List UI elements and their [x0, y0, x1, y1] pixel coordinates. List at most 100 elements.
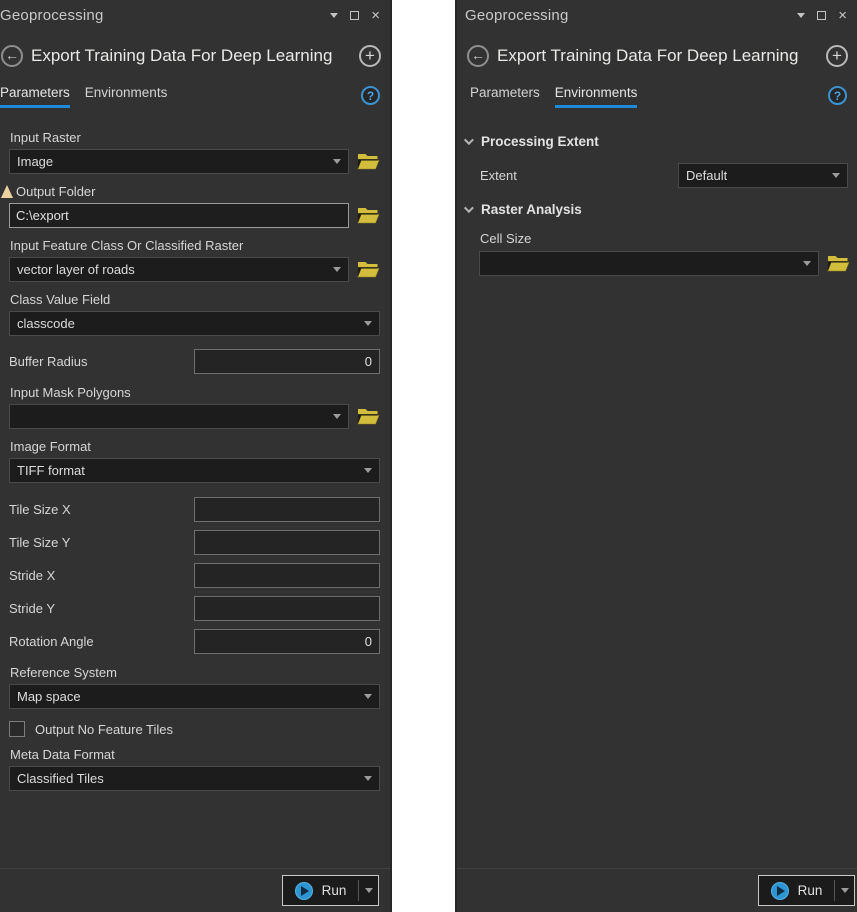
- pane-title: Geoprocessing: [0, 7, 104, 24]
- dropdown-value: TIFF format: [17, 463, 85, 478]
- float-pane-icon[interactable]: [350, 11, 359, 20]
- geoprocessing-pane-parameters: Geoprocessing × ← Export Training Data F…: [0, 0, 392, 912]
- tab-parameters[interactable]: Parameters: [470, 85, 540, 108]
- folder-icon: [357, 408, 380, 425]
- field-label: Tile Size Y: [9, 535, 194, 550]
- help-icon[interactable]: ?: [828, 86, 847, 105]
- checkbox-label: Output No Feature Tiles: [35, 722, 173, 737]
- browse-cell-size-button[interactable]: [826, 254, 850, 274]
- dropdown-value: Image: [17, 154, 53, 169]
- folder-icon: [357, 261, 380, 278]
- field-label: Rotation Angle: [9, 634, 194, 649]
- field-label: Stride X: [9, 568, 194, 583]
- field-input-feature-class: Input Feature Class Or Classified Raster…: [9, 238, 380, 282]
- browse-input-raster-button[interactable]: [356, 152, 380, 172]
- input-mask-polygons-dropdown[interactable]: [9, 404, 349, 429]
- environments-form: Processing Extent Extent Default Raster …: [457, 134, 857, 868]
- run-play-icon: [295, 882, 313, 900]
- input-raster-dropdown[interactable]: Image: [9, 149, 349, 174]
- tool-title: Export Training Data For Deep Learning: [497, 46, 798, 66]
- class-value-field-dropdown[interactable]: classcode: [9, 311, 380, 336]
- tool-title: Export Training Data For Deep Learning: [31, 46, 332, 66]
- back-arrow-icon: ←: [471, 48, 485, 62]
- pane-titlebar: Geoprocessing ×: [0, 0, 390, 26]
- chevron-down-icon: [364, 776, 372, 781]
- image-format-dropdown[interactable]: TIFF format: [9, 458, 380, 483]
- tile-size-y-input[interactable]: [194, 530, 380, 555]
- buffer-radius-input[interactable]: [194, 349, 380, 374]
- collapse-chevron-icon: [464, 203, 474, 213]
- meta-data-format-dropdown[interactable]: Classified Tiles: [9, 766, 380, 791]
- close-icon[interactable]: ×: [371, 8, 380, 23]
- run-options-button[interactable]: [835, 876, 854, 905]
- plus-icon: +: [365, 47, 375, 64]
- field-class-value-field: Class Value Field classcode: [9, 292, 380, 336]
- browse-output-folder-button[interactable]: [356, 206, 380, 226]
- section-raster-analysis[interactable]: Raster Analysis: [457, 202, 857, 217]
- chevron-down-icon: [333, 414, 341, 419]
- output-folder-input[interactable]: [9, 203, 349, 228]
- run-options-button[interactable]: [359, 876, 378, 905]
- field-output-no-feature-tiles: Output No Feature Tiles: [9, 721, 380, 737]
- field-label: Tile Size X: [9, 502, 194, 517]
- field-label: Image Format: [10, 439, 380, 454]
- pane-menu-icon[interactable]: [797, 13, 805, 18]
- add-to-model-button[interactable]: +: [359, 45, 381, 67]
- reference-system-dropdown[interactable]: Map space: [9, 684, 380, 709]
- dropdown-value: Default: [686, 168, 727, 183]
- output-no-feature-tiles-checkbox[interactable]: [9, 721, 25, 737]
- field-label: Cell Size: [480, 231, 850, 246]
- chevron-down-icon: [841, 888, 849, 893]
- run-button[interactable]: Run: [758, 875, 855, 906]
- field-extent: Extent Default: [457, 163, 857, 188]
- cell-size-dropdown[interactable]: [479, 251, 819, 276]
- input-feature-class-dropdown[interactable]: vector layer of roads: [9, 257, 349, 282]
- field-label: Stride Y: [9, 601, 194, 616]
- close-icon[interactable]: ×: [838, 8, 847, 23]
- rotation-angle-input[interactable]: [194, 629, 380, 654]
- field-input-mask-polygons: Input Mask Polygons: [9, 385, 380, 429]
- tab-parameters[interactable]: Parameters: [0, 85, 70, 108]
- stride-x-input[interactable]: [194, 563, 380, 588]
- tab-environments[interactable]: Environments: [555, 85, 638, 108]
- stride-y-input[interactable]: [194, 596, 380, 621]
- browse-input-feature-button[interactable]: [356, 260, 380, 280]
- tab-environments[interactable]: Environments: [85, 85, 168, 108]
- parameters-form: Input Raster Image Output Folder: [0, 130, 390, 868]
- geoprocessing-pane-environments: Geoprocessing × ← Export Training Data F…: [455, 0, 857, 912]
- pane-footer: Run: [0, 868, 390, 912]
- back-button[interactable]: ←: [1, 45, 23, 67]
- chevron-down-icon: [364, 321, 372, 326]
- extent-dropdown[interactable]: Default: [678, 163, 848, 188]
- run-label: Run: [798, 883, 823, 898]
- field-tile-size-y: Tile Size Y: [9, 530, 380, 555]
- chevron-down-icon: [333, 267, 341, 272]
- help-icon[interactable]: ?: [361, 86, 380, 105]
- tab-row: Parameters Environments ?: [457, 84, 857, 108]
- folder-icon: [827, 255, 850, 272]
- field-rotation-angle: Rotation Angle: [9, 629, 380, 654]
- field-label: Input Mask Polygons: [10, 385, 380, 400]
- tile-size-x-input[interactable]: [194, 497, 380, 522]
- chevron-down-icon: [364, 468, 372, 473]
- browse-input-mask-button[interactable]: [356, 407, 380, 427]
- chevron-down-icon: [333, 159, 341, 164]
- field-label: Output Folder: [16, 184, 96, 199]
- add-to-model-button[interactable]: +: [826, 45, 848, 67]
- field-label: Input Feature Class Or Classified Raster: [10, 238, 380, 253]
- section-title: Processing Extent: [481, 134, 599, 149]
- field-input-raster: Input Raster Image: [9, 130, 380, 174]
- dropdown-value: classcode: [17, 316, 75, 331]
- run-play-icon: [771, 882, 789, 900]
- field-label: Class Value Field: [10, 292, 380, 307]
- field-label: Meta Data Format: [10, 747, 380, 762]
- run-button[interactable]: Run: [282, 875, 379, 906]
- field-label: Buffer Radius: [9, 354, 194, 369]
- back-button[interactable]: ←: [467, 45, 489, 67]
- field-label: Reference System: [10, 665, 380, 680]
- pane-menu-icon[interactable]: [330, 13, 338, 18]
- float-pane-icon[interactable]: [817, 11, 826, 20]
- section-processing-extent[interactable]: Processing Extent: [457, 134, 857, 149]
- warning-icon: [1, 185, 13, 198]
- pane-title: Geoprocessing: [465, 7, 569, 24]
